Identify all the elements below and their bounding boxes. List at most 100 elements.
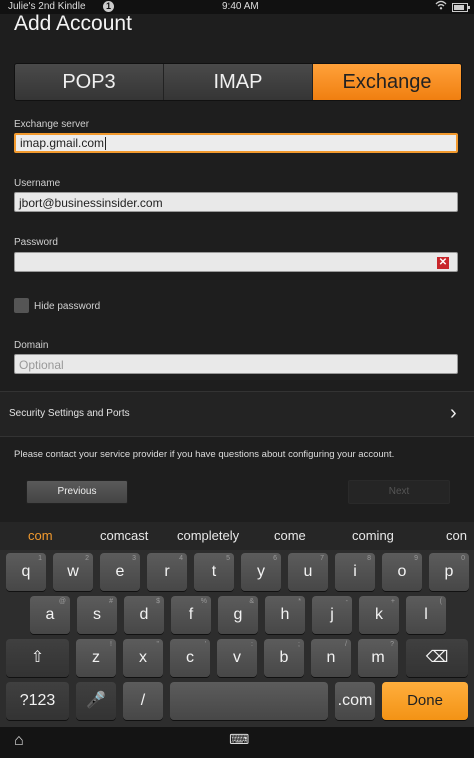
key-r[interactable]: r4	[147, 553, 187, 591]
key-label: o	[397, 563, 407, 580]
password-input[interactable]: ✕	[14, 252, 458, 272]
key-label: n	[326, 649, 336, 666]
key-alt-label: %	[200, 598, 207, 605]
key-slash[interactable]: /	[123, 682, 163, 720]
key-label: r	[164, 563, 170, 580]
key-alt-label: (	[439, 598, 442, 605]
backspace-key[interactable]: ⌫	[406, 639, 468, 677]
key-alt-label: +	[390, 598, 395, 605]
key-n[interactable]: n /	[311, 639, 351, 677]
key-f[interactable]: f%	[171, 596, 211, 634]
key-m[interactable]: m?	[358, 639, 398, 677]
key-label: p	[444, 563, 454, 580]
key-alt-label: 9	[414, 555, 418, 562]
tab-exchange[interactable]: Exchange	[313, 64, 461, 100]
key-alt-label: /	[345, 641, 347, 648]
help-note: Please contact your service provider if …	[14, 449, 395, 460]
suggestion-item[interactable]: com	[28, 528, 53, 543]
suggestion-item[interactable]: completely	[177, 528, 239, 543]
key-s[interactable]: s #	[77, 596, 117, 634]
key-w[interactable]: w2	[53, 553, 93, 591]
security-settings-label: Security Settings and Ports	[9, 408, 130, 419]
key-alt-label: 3	[132, 555, 136, 562]
key-alt-label: $	[156, 598, 160, 605]
suggestion-item[interactable]: come	[274, 528, 306, 543]
key-alt-label: 7	[320, 555, 324, 562]
key-b[interactable]: b;	[264, 639, 304, 677]
dotcom-key[interactable]: .com	[335, 682, 375, 720]
key-alt-label: 4	[179, 555, 183, 562]
key-a[interactable]: a @	[30, 596, 70, 634]
hide-password-checkbox[interactable]	[14, 298, 29, 313]
exchange-server-input[interactable]: imap.gmail.com	[14, 133, 458, 153]
hide-keyboard-icon[interactable]: ⌨	[229, 731, 249, 748]
username-input[interactable]: jbort@businessinsider.com	[14, 192, 458, 212]
spacebar-key[interactable]	[170, 682, 328, 720]
key-t[interactable]: t5	[194, 553, 234, 591]
key-label: ?123	[19, 692, 56, 709]
key-z[interactable]: z!	[76, 639, 116, 677]
key-d[interactable]: d $	[124, 596, 164, 634]
key-h[interactable]: h *	[265, 596, 305, 634]
key-e[interactable]: e3	[100, 553, 140, 591]
key-o[interactable]: o9	[382, 553, 422, 591]
key-j[interactable]: j-	[312, 596, 352, 634]
notification-badge[interactable]: 1	[103, 1, 114, 12]
key-y[interactable]: y6	[241, 553, 281, 591]
key-u[interactable]: u7	[288, 553, 328, 591]
tab-imap[interactable]: IMAP	[164, 64, 313, 100]
key-q[interactable]: q1	[6, 553, 46, 591]
domain-input[interactable]: Optional	[14, 354, 458, 374]
suggestion-item[interactable]: coming	[352, 528, 394, 543]
key-label: a	[45, 606, 55, 623]
key-label: v	[233, 649, 241, 666]
chevron-right-icon: ›	[450, 402, 457, 424]
key-label: h	[280, 606, 290, 623]
nav-bar: ⌂ ⌨	[0, 727, 474, 758]
key-label: w	[67, 563, 79, 580]
key-label: k	[375, 606, 383, 623]
username-label: Username	[14, 178, 61, 189]
symbols-key[interactable]: ?123	[6, 682, 69, 720]
key-label: /	[140, 692, 146, 709]
key-g[interactable]: g &	[218, 596, 258, 634]
key-k[interactable]: k +	[359, 596, 399, 634]
done-key[interactable]: Done	[382, 682, 468, 720]
shift-key[interactable]: ⇧	[6, 639, 69, 677]
home-icon[interactable]: ⌂	[14, 732, 24, 750]
security-settings-row[interactable]: Security Settings and Ports ›	[0, 392, 474, 436]
key-label: u	[303, 563, 313, 580]
key-p[interactable]: p0	[429, 553, 469, 591]
key-v[interactable]: v:	[217, 639, 257, 677]
page-title: Add Account	[14, 12, 132, 35]
domain-label: Domain	[14, 340, 49, 351]
key-i[interactable]: i8	[335, 553, 375, 591]
key-label: ⌫	[425, 649, 449, 666]
tab-pop3[interactable]: POP3	[15, 64, 164, 100]
key-alt-label: 8	[367, 555, 371, 562]
key-label: c	[186, 649, 194, 666]
key-alt-label: '	[204, 641, 206, 648]
microphone-icon[interactable]: 🎤	[76, 682, 116, 720]
key-alt-label: @	[58, 598, 66, 605]
suggestion-item[interactable]: comcast	[100, 528, 148, 543]
text-caret	[105, 137, 107, 151]
key-l[interactable]: l(	[406, 596, 446, 634]
key-label: z	[92, 649, 100, 666]
next-button[interactable]: Next	[348, 480, 450, 504]
key-c[interactable]: c '	[170, 639, 210, 677]
suggestion-item[interactable]: con	[446, 528, 467, 543]
battery-icon	[452, 3, 470, 12]
account-type-tabs: POP3 IMAP Exchange	[14, 63, 462, 101]
clear-password-icon[interactable]: ✕	[437, 257, 449, 269]
key-alt-label: ?	[390, 641, 394, 648]
divider	[0, 436, 474, 437]
key-alt-label: 2	[85, 555, 89, 562]
key-alt-label: &	[249, 598, 254, 605]
previous-button[interactable]: Previous	[26, 480, 128, 504]
key-x[interactable]: x "	[123, 639, 163, 677]
key-alt-label: *	[298, 598, 301, 605]
key-label: q	[21, 563, 31, 580]
password-label: Password	[14, 237, 58, 248]
key-alt-label: 1	[38, 555, 42, 562]
